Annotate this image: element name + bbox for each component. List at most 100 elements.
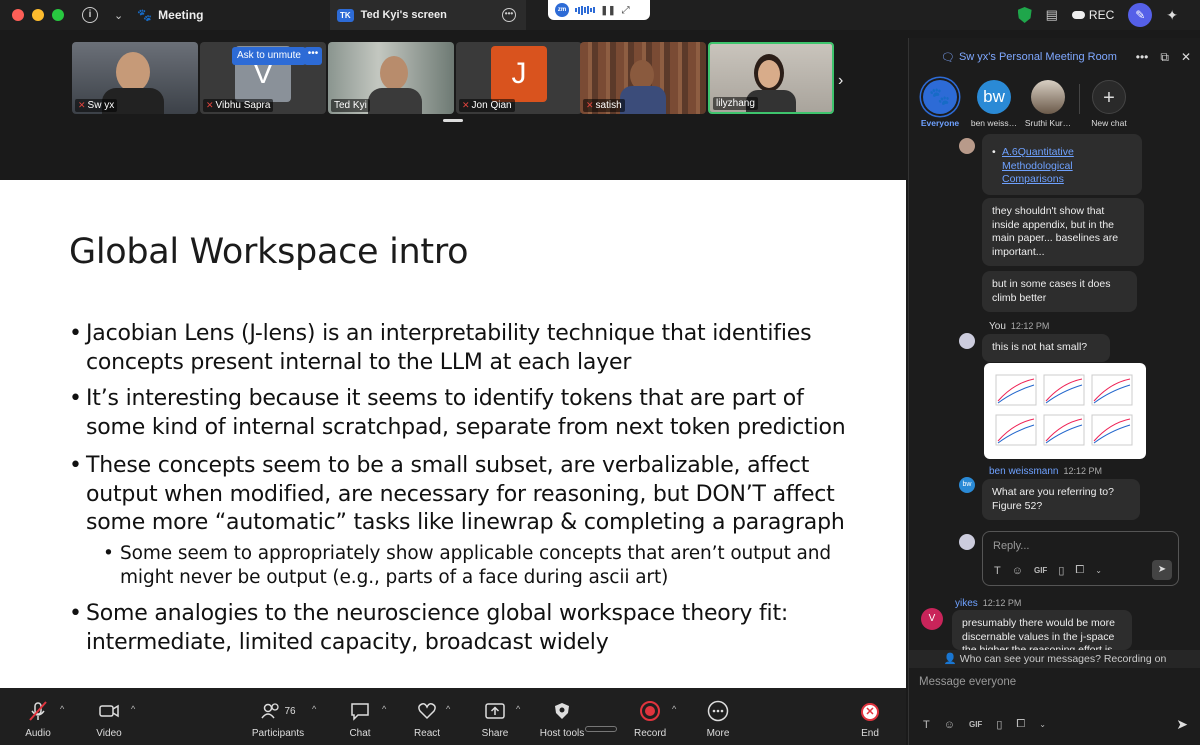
chat-recipient-tabs: 🐾 Everyone bw ben weiss… Sruthi Kur… + N…	[909, 80, 1200, 132]
participant-tile[interactable]: ✕ Sw yx	[72, 42, 198, 114]
gallery-next-icon[interactable]: ›	[838, 72, 843, 90]
participant-name: ✕ satish	[583, 99, 625, 112]
screenshot-icon[interactable]: ⧠	[1075, 564, 1084, 577]
cloud-icon	[1071, 11, 1085, 19]
message-link[interactable]: A.6Quantitative Methodological Compariso…	[1002, 146, 1074, 185]
notes-icon[interactable]: ▤	[1046, 7, 1058, 23]
chat-tab-sruthi[interactable]: Sruthi Kur…	[1017, 80, 1079, 128]
person-face	[116, 52, 150, 92]
share-screen-icon	[479, 700, 511, 722]
chat-message: but in some cases it does climb better	[982, 271, 1137, 312]
chat-header-actions: ••• ⧉ ✕	[1136, 50, 1191, 65]
participant-tile[interactable]: J ✕ Jon Qian	[456, 42, 582, 114]
emoji-icon[interactable]: ☺	[1012, 565, 1023, 577]
thread-reply-input[interactable]: Reply... T ☺ GIF ▯ ⧠ ⌄ ➤	[982, 531, 1179, 586]
fullscreen-window-button[interactable]	[52, 9, 64, 21]
share-button[interactable]: Share	[479, 700, 511, 739]
chevron-down-icon[interactable]: ⌄	[114, 9, 123, 22]
gif-icon[interactable]: GIF	[969, 720, 982, 729]
chat-bubble-icon	[344, 700, 376, 722]
end-meeting-button[interactable]: ✕ End	[854, 700, 886, 739]
annotate-pen-icon[interactable]: ✎	[1128, 3, 1153, 27]
participant-tile[interactable]: ✕ satish	[580, 42, 706, 114]
muted-mic-icon	[22, 700, 54, 722]
record-options-chevron-icon[interactable]: ^	[672, 704, 676, 714]
ai-companion-sparkle-icon[interactable]: ✦	[1166, 7, 1178, 24]
pop-out-icon[interactable]: ⧉	[1160, 50, 1169, 65]
slide-bullet: • Jacobian Lens (J-lens) is an interpreta…	[69, 321, 812, 375]
participants-options-chevron-icon[interactable]: ^	[312, 704, 316, 714]
ask-to-unmute-button[interactable]: Ask to unmute	[232, 47, 306, 65]
participant-more-button[interactable]: •••	[304, 47, 322, 65]
recording-indicator[interactable]: REC	[1071, 8, 1114, 22]
video-button[interactable]: Video	[92, 700, 126, 739]
chat-room-title[interactable]: 🗨 Sw yx's Personal Meeting Room	[941, 51, 1117, 64]
gif-icon[interactable]: GIF	[1034, 566, 1047, 575]
person-face	[758, 60, 780, 88]
video-gallery-strip: ✕ Sw yx V ✕ Vibhu Sapra Ted Kyi J ✕ Jon Qia…	[0, 30, 906, 180]
more-button[interactable]: More	[702, 700, 734, 739]
share-options-chevron-icon[interactable]: ^	[516, 704, 520, 714]
file-icon[interactable]: ▯	[1058, 564, 1064, 577]
react-options-chevron-icon[interactable]: ^	[446, 704, 450, 714]
shared-screen-tab[interactable]: TK Ted Kyi's screen •••	[330, 0, 526, 30]
meeting-tab[interactable]: 🐾 Meeting	[137, 8, 203, 22]
heart-icon	[410, 700, 444, 722]
audio-level-icon	[575, 5, 595, 15]
info-icon[interactable]: i	[82, 7, 98, 23]
expand-icon[interactable]: ⤢	[622, 5, 630, 16]
video-options-chevron-icon[interactable]: ^	[131, 704, 135, 714]
chat-header: 🗨 Sw yx's Personal Meeting Room ••• ⧉ ✕	[909, 38, 1200, 76]
host-tools-button[interactable]: Host tools	[538, 700, 586, 739]
send-icon[interactable]: ➤	[1176, 716, 1188, 733]
send-icon[interactable]: ➤	[1152, 560, 1172, 580]
more-options-icon[interactable]: •••	[502, 8, 516, 22]
file-icon[interactable]: ▯	[996, 718, 1002, 731]
close-icon[interactable]: ✕	[1181, 50, 1191, 65]
chevron-down-icon[interactable]: ⌄	[1095, 566, 1102, 575]
participant-tile[interactable]: Ted Kyi	[328, 42, 454, 114]
end-call-icon: ✕	[861, 703, 879, 721]
gallery-resize-handle[interactable]	[443, 119, 463, 122]
emoji-icon[interactable]: ☺	[944, 719, 955, 731]
chevron-down-icon[interactable]: ⌄	[1039, 720, 1046, 729]
record-button[interactable]: Record	[634, 700, 666, 739]
avatar: bw	[977, 80, 1011, 114]
message-image-thumbnail[interactable]	[984, 363, 1146, 459]
close-window-button[interactable]	[12, 9, 24, 21]
participant-tile-active-speaker[interactable]: lilyzhang	[708, 42, 834, 114]
security-shield-icon[interactable]	[1017, 7, 1032, 23]
audio-options-chevron-icon[interactable]: ^	[60, 704, 64, 714]
pause-share-icon[interactable]: ❚❚	[601, 5, 616, 16]
chat-messages: • A.6Quantitative Methodological Compari…	[909, 134, 1200, 654]
participants-button[interactable]: 76 Participants	[250, 700, 306, 739]
message-header: ben weissmann 12:12 PM	[989, 466, 1103, 477]
text-format-icon[interactable]: T	[923, 719, 930, 731]
person-face	[380, 56, 408, 90]
chat-message: • A.6Quantitative Methodological Compari…	[982, 134, 1142, 195]
chat-visibility-note[interactable]: 👤 Who can see your messages? Recording o…	[909, 650, 1200, 668]
more-dots-icon	[702, 700, 734, 722]
message-header: You 12:12 PM	[989, 321, 1050, 332]
participant-name: lilyzhang	[713, 97, 758, 110]
more-options-icon[interactable]: •••	[1136, 50, 1149, 65]
chat-tab-new-chat[interactable]: + New chat	[1078, 80, 1140, 128]
screenshot-icon[interactable]: ⧠	[1016, 718, 1025, 731]
chat-tab-ben[interactable]: bw ben weiss…	[963, 80, 1025, 128]
text-format-icon[interactable]: T	[994, 565, 1001, 577]
message-formatting-tools: T ☺ GIF ▯ ⧠ ⌄	[923, 718, 1046, 731]
avatar	[959, 534, 975, 550]
chat-button[interactable]: Chat	[344, 700, 376, 739]
minimize-window-button[interactable]	[32, 9, 44, 21]
chat-tab-everyone[interactable]: 🐾 Everyone	[909, 80, 971, 128]
person-body	[368, 88, 422, 114]
video-camera-icon	[92, 700, 126, 722]
message-input[interactable]: Message everyone	[919, 676, 1016, 688]
react-button[interactable]: React	[410, 700, 444, 739]
audio-button[interactable]: Audio	[22, 700, 54, 739]
host-tools-handle[interactable]	[585, 726, 617, 732]
participant-name: ✕ Jon Qian	[459, 99, 515, 112]
chat-message: What are you referring to? Figure 52?	[982, 479, 1140, 520]
chat-options-chevron-icon[interactable]: ^	[382, 704, 386, 714]
meeting-tab-label: Meeting	[158, 8, 204, 22]
